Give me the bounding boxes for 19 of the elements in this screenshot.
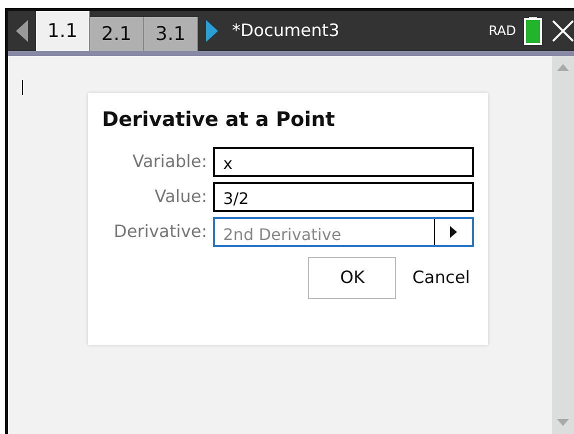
- close-icon[interactable]: [552, 20, 574, 42]
- battery-icon: [524, 17, 542, 45]
- page-tab[interactable]: 1.1: [36, 11, 90, 51]
- caret-icon: [450, 226, 457, 238]
- field-label: Variable:: [132, 152, 208, 172]
- input-field[interactable]: x: [213, 147, 474, 177]
- page-tab[interactable]: 2.1: [90, 17, 144, 51]
- document-title: *Document3: [232, 20, 340, 43]
- left-arrow-icon[interactable]: [16, 20, 28, 42]
- right-arrow-icon[interactable]: [206, 20, 218, 42]
- page-tab[interactable]: 3.1: [144, 17, 198, 51]
- text-cursor: [22, 80, 23, 95]
- dropdown-field[interactable]: 2nd Derivative: [213, 217, 474, 247]
- field-label: Derivative:: [112, 222, 208, 242]
- field-label: Value:: [154, 187, 208, 207]
- input-field[interactable]: 3/2: [213, 182, 474, 212]
- ok-button[interactable]: OK: [308, 257, 396, 299]
- dialog-title: Derivative at a Point: [102, 107, 336, 131]
- angle-mode: RAD: [488, 22, 516, 40]
